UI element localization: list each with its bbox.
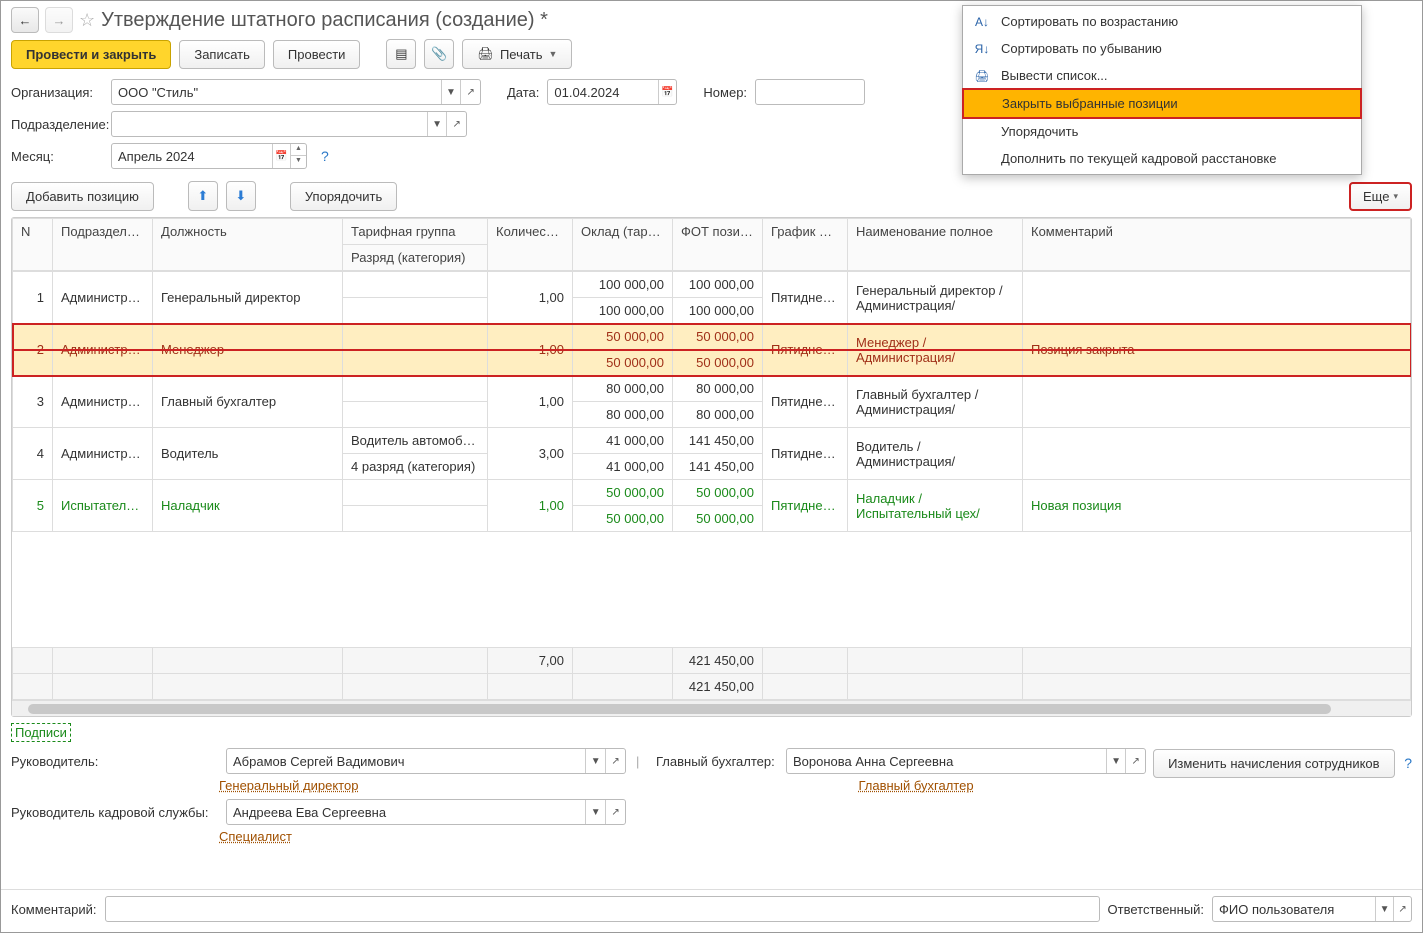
more-context-menu: А↓ Сортировать по возрастанию Я↓ Сортиро… xyxy=(962,5,1362,175)
arrow-right-icon: → xyxy=(53,13,66,28)
open-icon[interactable]: ↗ xyxy=(460,80,480,104)
move-up-button[interactable]: ⬆ xyxy=(188,181,218,211)
manager-label: Руководитель: xyxy=(11,754,216,769)
col-rates[interactable]: Количество ставок xyxy=(488,219,573,271)
col-dept[interactable]: Подразделение xyxy=(53,219,153,271)
help-icon[interactable]: ? xyxy=(1404,755,1412,771)
dropdown-icon[interactable]: ▼ xyxy=(585,749,605,773)
col-n[interactable]: N xyxy=(13,219,53,271)
dropdown-icon[interactable]: ▼ xyxy=(1106,749,1126,773)
change-accruals-button[interactable]: Изменить начисления сотрудников xyxy=(1153,749,1395,778)
chevron-down-icon: ▾ xyxy=(1393,191,1398,202)
accountant-label: Главный бухгалтер: xyxy=(656,754,776,769)
clip-icon: 📎 xyxy=(431,46,447,62)
star-icon[interactable]: ☆ xyxy=(79,10,95,31)
dropdown-icon[interactable]: ▼ xyxy=(441,80,461,104)
table-row[interactable]: 5Испытательны цехНаладчик1,0050 000,0050… xyxy=(13,480,1411,506)
attach-button[interactable]: 📎 xyxy=(424,39,454,69)
post-and-close-button[interactable]: Провести и закрыть xyxy=(11,40,171,69)
open-icon[interactable]: ↗ xyxy=(1125,749,1145,773)
table-row[interactable]: 2АдминистрациМенеджер1,0050 000,0050 000… xyxy=(13,324,1411,350)
number-input[interactable] xyxy=(755,79,865,105)
menu-reorder[interactable]: Упорядочить xyxy=(963,118,1361,145)
manager-input[interactable]: ▼ ↗ xyxy=(226,748,626,774)
open-icon[interactable]: ↗ xyxy=(446,112,466,136)
col-tariff[interactable]: Тарифная группа xyxy=(343,219,488,245)
col-rank[interactable]: Разряд (категория) xyxy=(343,245,488,271)
horizontal-scrollbar[interactable] xyxy=(12,700,1411,716)
more-button[interactable]: Еще ▾ xyxy=(1349,182,1412,211)
col-salary[interactable]: Оклад (тариф), ... xyxy=(573,219,673,271)
accountant-role-link[interactable]: Главный бухгалтер xyxy=(858,778,973,793)
hr-label: Руководитель кадровой службы: xyxy=(11,805,216,820)
printer-icon: 🖨 xyxy=(477,46,494,62)
move-down-button[interactable]: ⬇ xyxy=(226,181,256,211)
reorder-button[interactable]: Упорядочить xyxy=(290,182,397,211)
open-icon[interactable]: ↗ xyxy=(605,749,625,773)
post-button[interactable]: Провести xyxy=(273,40,361,69)
month-input[interactable]: 📅 ▲▼ xyxy=(111,143,307,169)
calendar-icon[interactable]: 📅 xyxy=(272,144,290,168)
number-label: Номер: xyxy=(703,85,747,100)
comment-input[interactable] xyxy=(105,896,1100,922)
open-icon[interactable]: ↗ xyxy=(1393,897,1411,921)
table-row[interactable]: 1АдминистрациГенеральный директор1,00100… xyxy=(13,272,1411,298)
month-label: Месяц: xyxy=(11,149,103,164)
responsible-input[interactable]: ▼ ↗ xyxy=(1212,896,1412,922)
total-fot2: 421 450,00 xyxy=(673,674,763,700)
report-button[interactable]: ▤ xyxy=(386,39,416,69)
date-label: Дата: xyxy=(507,85,539,100)
hr-input[interactable]: ▼ ↗ xyxy=(226,799,626,825)
nav-forward-button[interactable]: → xyxy=(45,7,73,33)
total-fot: 421 450,00 xyxy=(673,648,763,674)
hr-role-link[interactable]: Специалист xyxy=(219,829,292,844)
dropdown-icon[interactable]: ▼ xyxy=(1375,897,1393,921)
menu-close-positions[interactable]: Закрыть выбранные позиции xyxy=(962,88,1362,119)
print-button[interactable]: 🖨 Печать ▼ xyxy=(462,39,572,69)
manager-role-link[interactable]: Генеральный директор xyxy=(219,778,358,793)
dropdown-icon[interactable]: ▼ xyxy=(585,800,605,824)
nav-back-button[interactable]: ← xyxy=(11,7,39,33)
responsible-label: Ответственный: xyxy=(1108,902,1204,917)
col-schedule[interactable]: График работы xyxy=(763,219,848,271)
accountant-input[interactable]: ▼ ↗ xyxy=(786,748,1146,774)
org-label: Организация: xyxy=(11,85,103,100)
date-input[interactable]: 📅 xyxy=(547,79,677,105)
save-button[interactable]: Записать xyxy=(179,40,265,69)
signatures-link[interactable]: Подписи xyxy=(11,723,71,742)
table-row[interactable]: 4АдминистрациВодительВодитель автомоби..… xyxy=(13,428,1411,454)
col-position[interactable]: Должность xyxy=(153,219,343,271)
open-icon[interactable]: ↗ xyxy=(605,800,625,824)
dept-label: Подразделение: xyxy=(11,117,117,132)
page-title: Утверждение штатного расписания (создани… xyxy=(101,9,548,32)
col-fullname[interactable]: Наименование полное xyxy=(848,219,1023,271)
menu-sort-asc[interactable]: А↓ Сортировать по возрастанию xyxy=(963,8,1361,35)
spin-down[interactable]: ▼ xyxy=(290,156,306,168)
arrow-down-icon: ⬇ xyxy=(235,188,246,204)
chevron-down-icon: ▼ xyxy=(549,49,558,59)
calendar-icon[interactable]: 📅 xyxy=(658,80,677,104)
col-comment[interactable]: Комментарий xyxy=(1023,219,1411,271)
sort-desc-icon: Я↓ xyxy=(973,42,991,56)
document-icon: ▤ xyxy=(395,46,407,62)
arrow-left-icon: ← xyxy=(19,13,32,28)
menu-sort-desc[interactable]: Я↓ Сортировать по убыванию xyxy=(963,35,1361,62)
org-input[interactable]: ▼ ↗ xyxy=(111,79,481,105)
arrow-up-icon: ⬆ xyxy=(197,188,208,204)
dept-input[interactable]: ▼ ↗ xyxy=(111,111,467,137)
sort-asc-icon: А↓ xyxy=(973,15,991,29)
comment-label: Комментарий: xyxy=(11,902,97,917)
help-icon[interactable]: ? xyxy=(321,148,329,164)
add-position-button[interactable]: Добавить позицию xyxy=(11,182,154,211)
total-rates: 7,00 xyxy=(488,648,573,674)
spin-up[interactable]: ▲ xyxy=(290,144,306,156)
dropdown-icon[interactable]: ▼ xyxy=(427,112,447,136)
menu-fill-current[interactable]: Дополнить по текущей кадровой расстановк… xyxy=(963,145,1361,172)
table-row[interactable]: 3АдминистрациГлавный бухгалтер1,0080 000… xyxy=(13,376,1411,402)
menu-output-list[interactable]: 🖨 Вывести список... xyxy=(963,62,1361,89)
printer-icon: 🖨 xyxy=(973,69,991,83)
col-fot[interactable]: ФОТ позиции, ... xyxy=(673,219,763,271)
